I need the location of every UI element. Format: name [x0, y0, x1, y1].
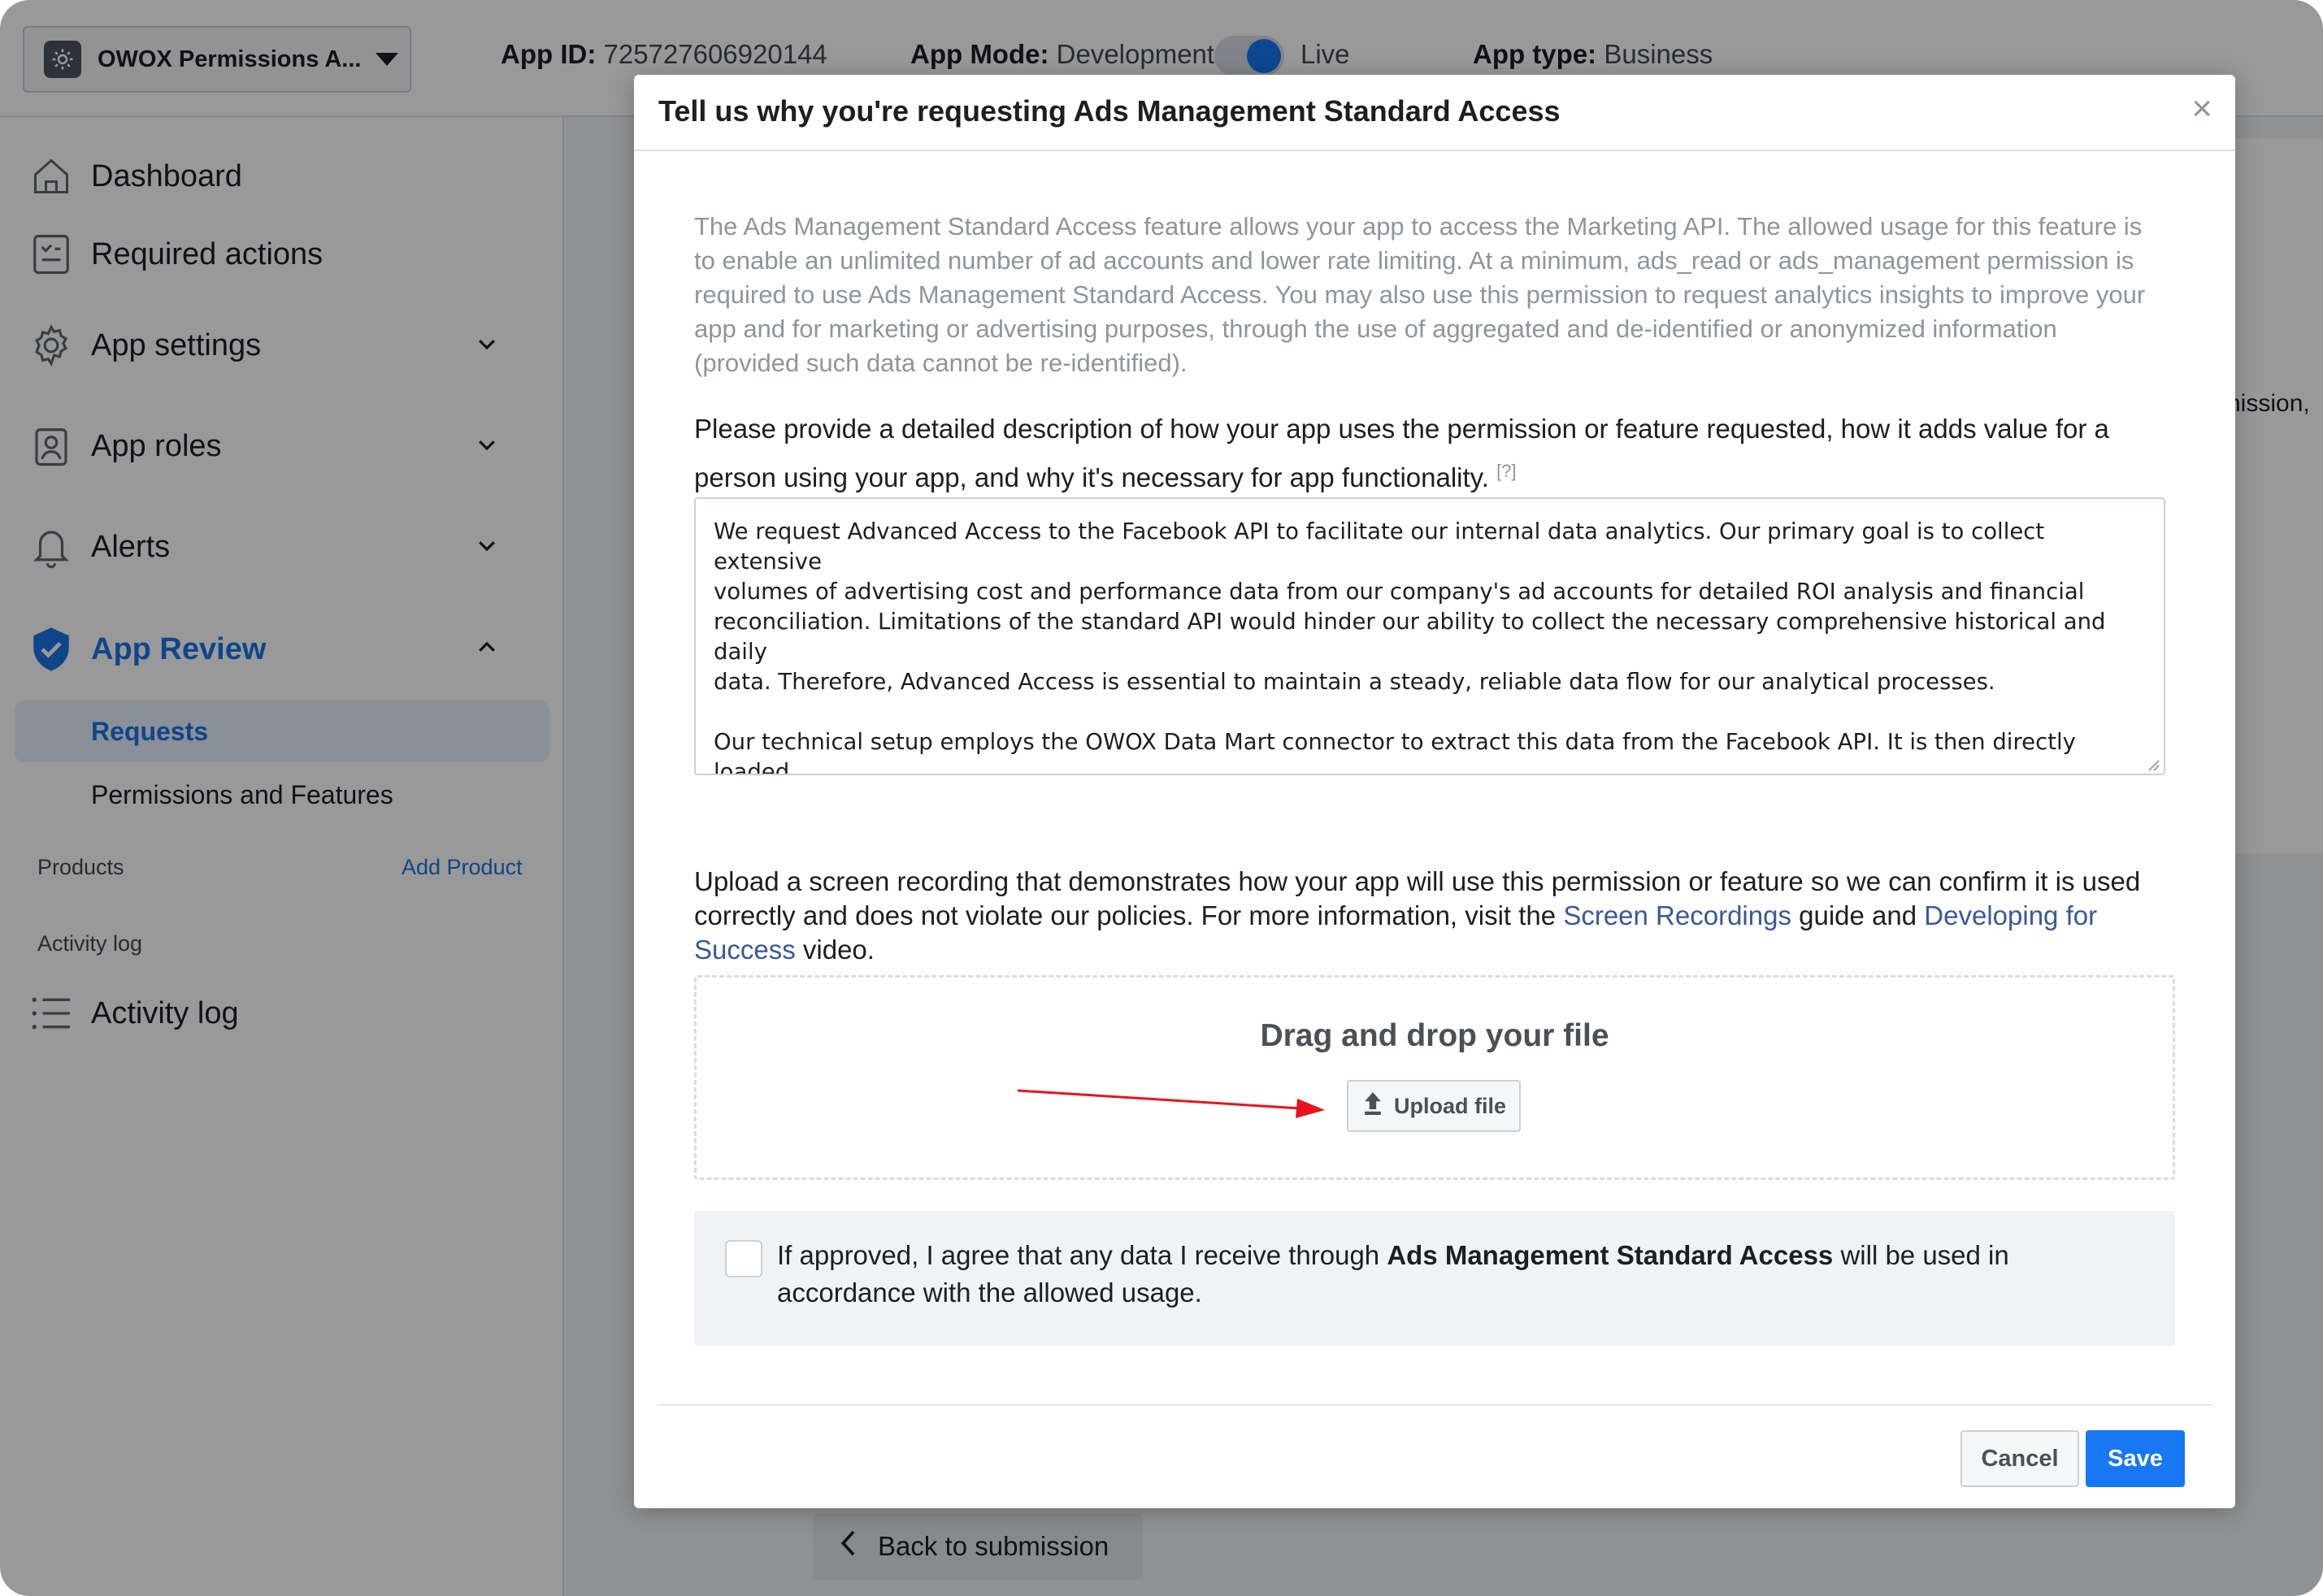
usage-prompt-text: Please provide a detailed description of…: [694, 414, 2109, 492]
screen-recordings-link[interactable]: Screen Recordings: [1563, 900, 1791, 930]
request-access-modal: Tell us why you're requesting Ads Manage…: [634, 75, 2235, 1508]
usage-prompt: Please provide a detailed description of…: [694, 408, 2182, 499]
footer-divider: [657, 1404, 2212, 1406]
upload-icon: [1361, 1090, 1384, 1123]
upload-file-button[interactable]: Upload file: [1347, 1080, 1521, 1132]
file-dropzone[interactable]: Drag and drop your file Upload file: [694, 975, 2175, 1180]
agreement-text-bold: Ads Management Standard Access: [1387, 1240, 1834, 1270]
dropzone-title: Drag and drop your file: [1260, 1018, 1609, 1053]
agreement-text-1: If approved, I agree that any data I rec…: [777, 1240, 1387, 1270]
feature-description: The Ads Management Standard Access featu…: [694, 212, 2146, 377]
close-icon[interactable]: ×: [2191, 91, 2212, 127]
upload-text-2: guide and: [1791, 900, 1925, 930]
upload-description: Upload a screen recording that demonstra…: [694, 865, 2141, 967]
upload-file-label: Upload file: [1393, 1093, 1506, 1118]
annotation-arrow-icon: [1017, 1089, 1325, 1118]
help-link[interactable]: [?]: [1496, 461, 1516, 481]
agreement-checkbox[interactable]: [725, 1240, 762, 1277]
cancel-button[interactable]: Cancel: [1960, 1430, 2079, 1487]
upload-text-3: video.: [795, 935, 875, 965]
modal-header: Tell us why you're requesting Ads Manage…: [634, 75, 2235, 151]
app-window: OWOX Permissions A... App ID: 7257276069…: [0, 0, 2323, 1596]
agreement-text: If approved, I agree that any data I rec…: [777, 1237, 2126, 1312]
agreement-box: If approved, I agree that any data I rec…: [694, 1211, 2175, 1346]
modal-title: Tell us why you're requesting Ads Manage…: [658, 94, 1561, 128]
save-button[interactable]: Save: [2086, 1430, 2185, 1487]
usage-description-textarea[interactable]: We request Advanced Access to the Facebo…: [694, 497, 2165, 775]
